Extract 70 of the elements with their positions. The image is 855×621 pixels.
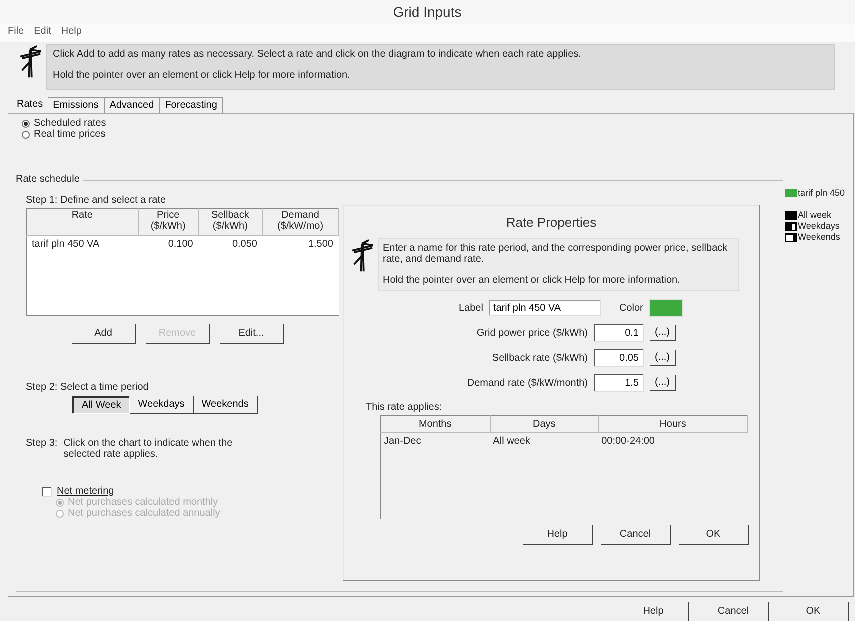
column-header: Demand ($/kW/mo) xyxy=(262,208,338,236)
radio-button[interactable] xyxy=(56,510,64,518)
browse-button[interactable]: (...) xyxy=(650,350,676,366)
column-header: Days xyxy=(490,416,599,432)
label-field[interactable]: tarif pln 450 VA xyxy=(489,300,602,316)
radio-label[interactable]: Scheduled rates xyxy=(34,118,106,129)
menu-item[interactable]: Help xyxy=(61,26,82,40)
field-label: Sellback rate ($/kWh) xyxy=(492,352,588,364)
period-button[interactable]: Weekends xyxy=(194,396,258,414)
checkbox[interactable] xyxy=(42,486,52,496)
table-cell: All week xyxy=(490,432,599,451)
menu-item[interactable]: Edit xyxy=(34,26,52,40)
period-button[interactable]: All Week xyxy=(72,396,130,414)
group-title: Rate schedule xyxy=(16,174,83,185)
power-pole-icon xyxy=(18,44,44,80)
radio-button[interactable] xyxy=(22,130,30,138)
table-cell: 00:00-24:00 xyxy=(598,432,748,451)
browse-button[interactable]: (...) xyxy=(650,375,676,391)
browse-button[interactable]: (...) xyxy=(650,325,676,341)
number-field[interactable]: 0.05 xyxy=(594,349,644,367)
field-label: Demand rate ($/kW/month) xyxy=(467,378,588,388)
info-text: Hold the pointer over an element or click Help for more information. xyxy=(383,275,682,286)
edit-button[interactable]: Edit... xyxy=(220,324,284,344)
number-field[interactable]: 1.5 xyxy=(594,374,644,392)
step-text: Click on the chart to indicate when the selected rate applies. xyxy=(64,438,234,460)
radio-button[interactable] xyxy=(56,498,64,506)
column-header: Hours xyxy=(598,416,748,432)
table-cell: 1.500 xyxy=(262,236,338,254)
tab[interactable]: Forecasting xyxy=(160,97,224,113)
column-header: Rate xyxy=(26,208,138,236)
outlined-square-icon xyxy=(785,232,797,242)
step-label: Step 1: Define and select a rate xyxy=(26,195,168,206)
section-label: This rate applies: xyxy=(366,402,444,413)
field-label: Color xyxy=(619,302,644,314)
table-cell: 0.050 xyxy=(198,236,262,254)
radio-button[interactable] xyxy=(22,120,30,128)
help-button[interactable]: Help xyxy=(523,525,593,545)
legend-label: Weekends xyxy=(798,232,840,242)
power-pole-icon xyxy=(350,238,376,274)
step-label: Step 3: xyxy=(26,438,58,451)
ok-button[interactable]: OK xyxy=(679,525,749,545)
add-button[interactable]: Add xyxy=(72,324,136,344)
info-text: Enter a name for this rate period, and the corresponding power price, sellback rate, and demand rate. xyxy=(383,243,729,265)
legend-label: Weekdays xyxy=(798,221,840,231)
tab[interactable]: Emissions xyxy=(48,97,105,113)
radio-label[interactable]: Real time prices xyxy=(34,129,106,140)
cancel-button[interactable]: Cancel xyxy=(601,525,671,545)
table-cell: Jan-Dec xyxy=(380,432,490,451)
step-label: Step 2: Select a time period xyxy=(26,382,150,393)
column-header: Months xyxy=(380,416,490,432)
color-swatch[interactable] xyxy=(649,299,684,317)
field-label: Grid power price ($/kWh) xyxy=(476,328,588,338)
window-title: Grid Inputs xyxy=(0,0,855,24)
tab[interactable]: Advanced xyxy=(104,97,160,113)
menu-item[interactable]: File xyxy=(8,26,24,40)
table-cell: 0.100 xyxy=(138,236,198,254)
number-field[interactable]: 0.1 xyxy=(594,324,644,342)
period-button[interactable]: Weekdays xyxy=(130,396,194,414)
checkbox-label[interactable]: Net metering xyxy=(57,486,114,497)
column-header: Price ($/kWh) xyxy=(138,208,198,236)
legend-label: All week xyxy=(798,210,832,220)
field-label: Label xyxy=(459,302,484,314)
table-cell: tarif pln 450 VA xyxy=(26,236,138,254)
dialog-title: Rate Properties xyxy=(505,214,598,232)
info-text: Click Add to add as many rates as necessary. Select a rate and click on the diagram to indicate when each rate applies. xyxy=(53,49,582,60)
filled-square-icon xyxy=(785,210,797,220)
half-filled-square-icon xyxy=(785,222,797,230)
legend-label: tarif pln 450 xyxy=(798,188,846,198)
column-header: Sellback ($/kWh) xyxy=(198,208,262,236)
info-text: Hold the pointer over an element or click Help for more information. xyxy=(53,70,352,81)
